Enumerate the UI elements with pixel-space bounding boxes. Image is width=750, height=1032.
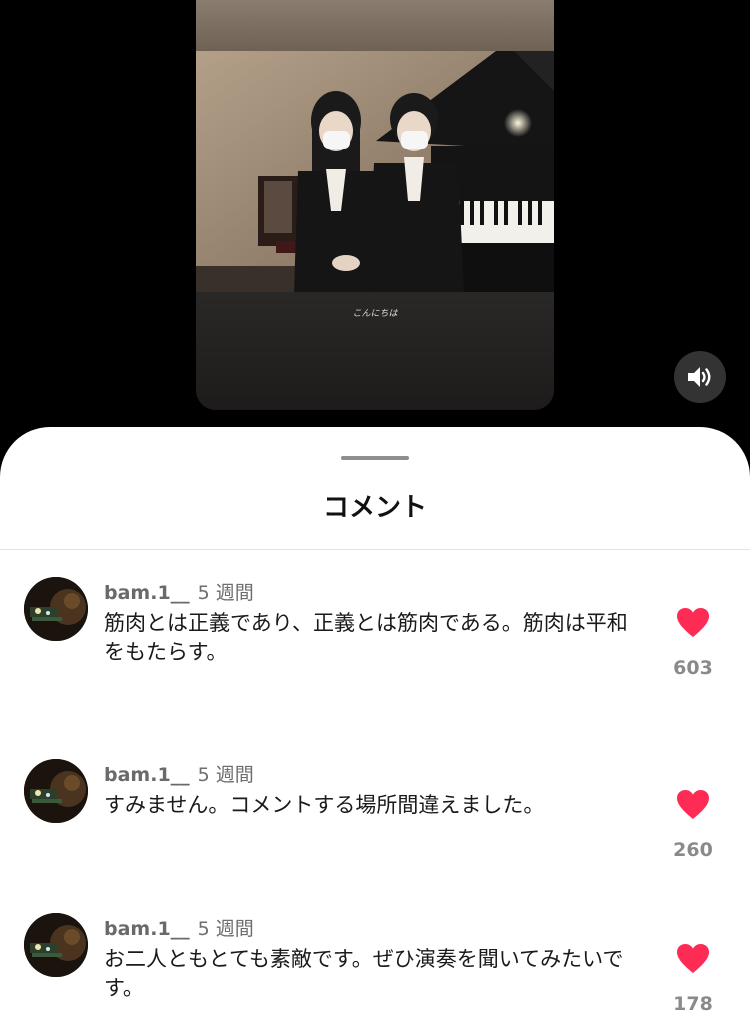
comment-text: お二人ともとても素敵です。ぜひ演奏を聞いてみたいです。: [104, 947, 624, 1000]
video-caption: こんにちは: [352, 309, 398, 319]
like-button[interactable]: [676, 607, 712, 641]
comment-meta: bam.1__ 5 週間: [104, 760, 254, 787]
heart-filled-icon: [677, 944, 709, 973]
comment-username[interactable]: bam.1__: [104, 582, 190, 604]
sheet-grabber-handle[interactable]: [341, 456, 409, 460]
comment-username[interactable]: bam.1__: [104, 918, 190, 940]
like-button[interactable]: [676, 943, 712, 977]
comment-text: 筋肉とは正義であり、正義とは筋肉である。筋肉は平和をもたらす。: [104, 611, 628, 664]
heart-filled-icon: [677, 790, 709, 819]
comment-meta: bam.1__ 5 週間: [104, 578, 254, 605]
avatar[interactable]: [24, 759, 88, 823]
comment-time: 5 週間: [197, 764, 254, 786]
comment-time: 5 週間: [197, 582, 254, 604]
comment-username[interactable]: bam.1__: [104, 764, 190, 786]
like-count: 178: [673, 993, 713, 1015]
sheet-title: コメント: [322, 493, 427, 523]
like-count: 260: [673, 839, 713, 861]
video-still-image: [196, 51, 554, 292]
video-frame: [196, 51, 554, 292]
speaker-on-icon: [688, 367, 711, 387]
video-top-area: [196, 0, 554, 51]
title-divider: [0, 549, 750, 550]
heart-filled-icon: [677, 608, 709, 637]
video-player[interactable]: こんにちは: [196, 0, 554, 410]
avatar-image: [24, 913, 88, 977]
like-count: 603: [673, 657, 713, 679]
avatar-image: [24, 759, 88, 823]
app-screen: こんにちは コメント bam.1__ 5 週間 筋肉とは正義であり、正義とは筋肉…: [0, 0, 750, 1032]
like-button[interactable]: [676, 789, 712, 823]
avatar-image: [24, 577, 88, 641]
comment-sheet: コメント bam.1__ 5 週間 筋肉とは正義であり、正義とは筋肉である。筋肉は…: [0, 427, 750, 1032]
avatar[interactable]: [24, 913, 88, 977]
comment-meta: bam.1__ 5 週間: [104, 914, 254, 941]
avatar[interactable]: [24, 577, 88, 641]
sound-toggle-button[interactable]: [674, 351, 726, 403]
comment-time: 5 週間: [197, 918, 254, 940]
comment-text: すみません。コメントする場所間違えました。: [104, 793, 545, 817]
